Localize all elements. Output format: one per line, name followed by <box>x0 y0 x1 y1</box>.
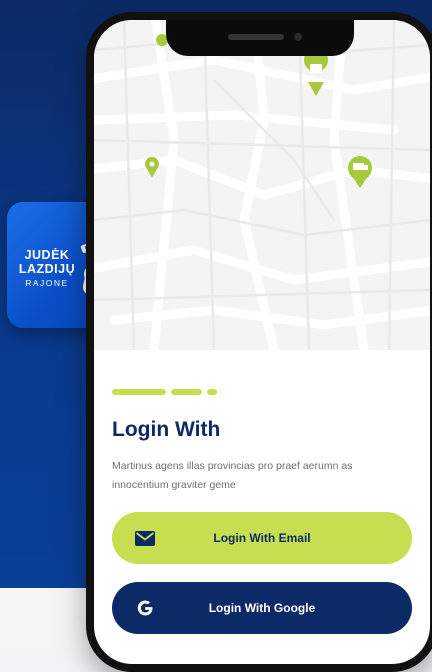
login-email-label: Login With Email <box>213 531 311 545</box>
camera-dot <box>294 33 302 41</box>
login-title: Login With <box>112 418 221 441</box>
login-description: Martinus agens illas provincias pro prae… <box>112 460 353 491</box>
brand-line-2: LAZDIJŲ <box>18 262 76 276</box>
map-view[interactable] <box>94 20 430 350</box>
speaker-grille <box>228 34 284 40</box>
login-email-button[interactable]: Login With Email <box>112 512 412 564</box>
pager-dot[interactable] <box>207 389 217 395</box>
login-google-button[interactable]: Login With Google <box>112 582 412 634</box>
phone-frame: Login With Martinus agens illas provinci… <box>86 12 432 672</box>
pager-dot-active[interactable] <box>112 389 166 395</box>
phone-notch <box>166 20 354 56</box>
pager-dot[interactable] <box>171 389 202 395</box>
brand-line-1: JUDĖK <box>24 248 70 262</box>
phone-screen: Login With Martinus agens illas provinci… <box>94 20 430 664</box>
app-brand-text: JUDĖK LAZDIJŲ RAJONE <box>15 248 79 290</box>
brand-line-3: RAJONE <box>25 278 69 288</box>
login-google-label: Login With Google <box>208 601 316 615</box>
